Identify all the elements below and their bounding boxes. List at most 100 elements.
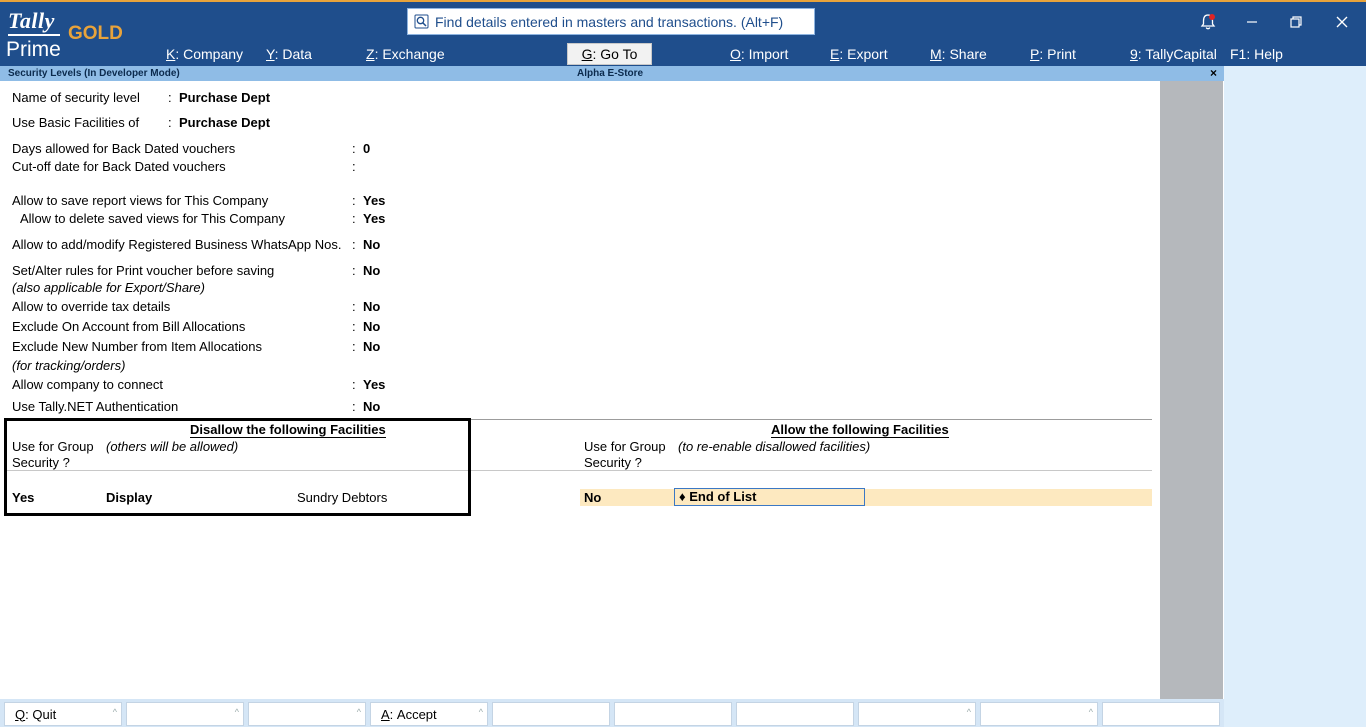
- allow-note: (to re-enable disallowed facilities): [678, 439, 871, 454]
- colon: :: [168, 115, 172, 130]
- colon: :: [352, 377, 356, 392]
- caret-up-icon: ^: [234, 707, 239, 717]
- name-of-security-level-row: Name of security level : Purchase Dept: [0, 90, 700, 106]
- window-close-icon[interactable]: ×: [1210, 66, 1217, 80]
- accept-button[interactable]: A: Accept ^: [370, 702, 488, 726]
- annotation-highlight-box: [4, 418, 471, 516]
- menu-exchange[interactable]: Z: Exchange: [366, 46, 445, 62]
- delete-saved-views-row: Allow to delete saved views for This Com…: [0, 211, 700, 227]
- menu-go-to[interactable]: G: Go To: [567, 43, 652, 65]
- footer-button-empty[interactable]: ^: [248, 702, 366, 726]
- search-input[interactable]: Find details entered in masters and tran…: [407, 8, 815, 35]
- colon: :: [168, 90, 172, 105]
- override-tax-row: Allow to override tax details : No: [0, 299, 700, 315]
- colon: :: [352, 399, 356, 414]
- exclude-new-number-row: Exclude New Number from Item Allocations…: [0, 339, 700, 355]
- allow-use-group-value[interactable]: No: [584, 490, 601, 505]
- exclude-new-number-note: (for tracking/orders): [12, 358, 126, 373]
- window-title: Security Levels (In Developer Mode): [8, 68, 180, 79]
- colon: :: [352, 339, 356, 354]
- override-tax-value[interactable]: No: [363, 299, 380, 314]
- field-label: Allow to save report views for This Comp…: [12, 193, 269, 208]
- footer-button-empty[interactable]: [736, 702, 854, 726]
- field-label: Set/Alter rules for Print voucher before…: [12, 263, 275, 278]
- basic-facilities-value[interactable]: Purchase Dept: [179, 115, 270, 130]
- logo-underline: [8, 34, 60, 36]
- use-group-label: Use for Group: [584, 439, 666, 454]
- footer-button-empty[interactable]: [492, 702, 610, 726]
- menu-company[interactable]: K: Company: [166, 46, 243, 62]
- menu-share[interactable]: M: Share: [930, 46, 987, 62]
- top-header: Tally GOLD Prime Find details entered in…: [0, 0, 1366, 66]
- caret-up-icon: ^: [1088, 707, 1093, 717]
- delete-saved-views-value[interactable]: Yes: [363, 211, 385, 226]
- menu-tallycapital[interactable]: 9: TallyCapital: [1130, 46, 1217, 62]
- caret-up-icon: ^: [966, 707, 971, 717]
- security-label: Security ?: [584, 455, 642, 470]
- footer-button-empty[interactable]: ^: [126, 702, 244, 726]
- exclude-on-account-row: Exclude On Account from Bill Allocations…: [0, 319, 700, 335]
- save-report-views-value[interactable]: Yes: [363, 193, 385, 208]
- field-label: Allow to add/modify Registered Business …: [12, 237, 342, 252]
- cutoff-date-row: Cut-off date for Back Dated vouchers :: [0, 159, 700, 175]
- exclude-on-account-value[interactable]: No: [363, 319, 380, 334]
- search-icon: [414, 14, 429, 29]
- exclude-new-number-value[interactable]: No: [363, 339, 380, 354]
- field-label: Use Tally.NET Authentication: [12, 399, 179, 414]
- days-allowed-value[interactable]: 0: [363, 141, 370, 156]
- window-title-bar: Security Levels (In Developer Mode) Alph…: [0, 66, 1224, 81]
- field-label: Exclude New Number from Item Allocations: [12, 339, 262, 354]
- field-label: Name of security level: [12, 90, 140, 105]
- colon: :: [352, 211, 356, 226]
- allow-active-row: [580, 489, 1152, 506]
- notification-bell-icon[interactable]: [1198, 12, 1218, 32]
- colon: :: [352, 159, 356, 174]
- colon: :: [352, 237, 356, 252]
- use-basic-facilities-row: Use Basic Facilities of : Purchase Dept: [0, 115, 700, 131]
- tally-net-auth-row: Use Tally.NET Authentication : No: [0, 399, 700, 415]
- colon: :: [352, 263, 356, 278]
- field-label: Allow company to connect: [12, 377, 164, 392]
- quit-button[interactable]: Q: Quit ^: [4, 702, 122, 726]
- restore-icon[interactable]: [1286, 12, 1306, 32]
- caret-up-icon: ^: [356, 707, 361, 717]
- allow-company-connect-value[interactable]: Yes: [363, 377, 385, 392]
- footer-button-empty[interactable]: [614, 702, 732, 726]
- menu-print[interactable]: P: Print: [1030, 46, 1076, 62]
- tally-net-auth-value[interactable]: No: [363, 399, 380, 414]
- caret-up-icon: ^: [478, 707, 483, 717]
- colon: :: [352, 141, 356, 156]
- security-level-name-value[interactable]: Purchase Dept: [179, 90, 270, 105]
- logo-tally-text: Tally: [8, 8, 55, 33]
- menu-import[interactable]: O: Import: [730, 46, 788, 62]
- field-label: Exclude On Account from Bill Allocations: [12, 319, 246, 334]
- bottom-button-bar: Q: Quit ^ ^ ^ A: Accept ^ ^ ^: [0, 699, 1224, 727]
- save-report-views-row: Allow to save report views for This Comp…: [0, 193, 700, 209]
- print-rules-row: Set/Alter rules for Print voucher before…: [0, 263, 700, 279]
- top-menu-bar: K: Company Y: Data Z: Exchange G: Go To …: [0, 42, 1366, 66]
- menu-data[interactable]: Y: Data: [266, 46, 312, 62]
- footer-button-empty[interactable]: [1102, 702, 1220, 726]
- allow-company-connect-row: Allow company to connect : Yes: [0, 377, 700, 393]
- right-gutter: [1160, 81, 1223, 699]
- days-allowed-row: Days allowed for Back Dated vouchers : 0: [0, 141, 700, 157]
- colon: :: [352, 319, 356, 334]
- colon: :: [352, 299, 356, 314]
- company-name: Alpha E-Store: [577, 68, 644, 79]
- whatsapp-nos-value[interactable]: No: [363, 237, 380, 252]
- footer-button-empty[interactable]: ^: [858, 702, 976, 726]
- menu-export[interactable]: E: Export: [830, 46, 888, 62]
- print-rules-value[interactable]: No: [363, 263, 380, 278]
- caret-up-icon: ^: [112, 707, 117, 717]
- minimize-icon[interactable]: [1242, 12, 1262, 32]
- menu-help[interactable]: F1: Help: [1230, 46, 1283, 62]
- diamond-bullet-icon: ♦: [679, 489, 686, 504]
- end-of-list-item[interactable]: ♦ End of List: [674, 488, 865, 506]
- search-placeholder: Find details entered in masters and tran…: [435, 13, 784, 30]
- field-label: Use Basic Facilities of: [12, 115, 140, 130]
- footer-button-empty[interactable]: ^: [980, 702, 1098, 726]
- field-label: Days allowed for Back Dated vouchers: [12, 141, 236, 156]
- colon: :: [352, 193, 356, 208]
- field-label: Allow to delete saved views for This Com…: [20, 211, 285, 226]
- close-icon[interactable]: [1332, 12, 1352, 32]
